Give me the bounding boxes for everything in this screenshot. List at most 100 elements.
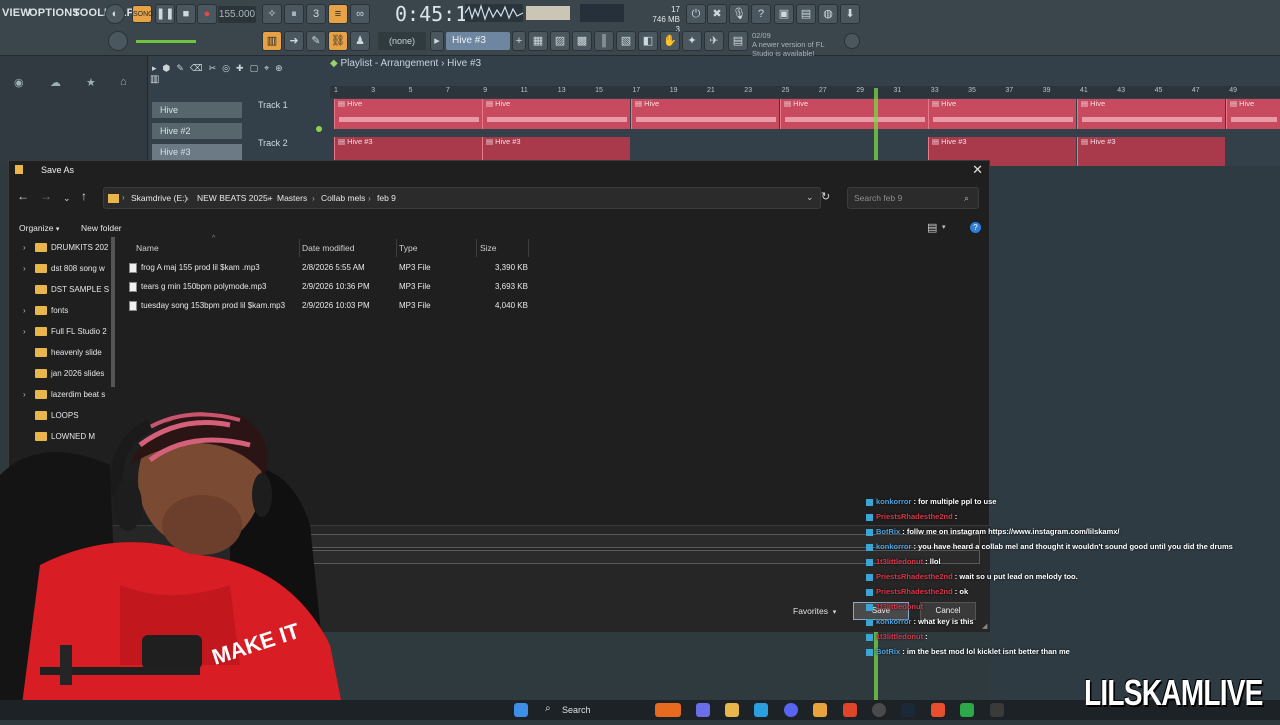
search-icon[interactable]: ⌕: [964, 193, 969, 204]
resize-grip-icon[interactable]: ◢: [982, 622, 987, 630]
countdown-icon[interactable]: 3: [306, 4, 326, 24]
song-mode-button[interactable]: SONG: [132, 5, 154, 23]
forward-arrow-icon[interactable]: →: [40, 189, 52, 203]
pin-icon[interactable]: ✦: [682, 31, 702, 51]
loop-record-icon[interactable]: ∞: [350, 4, 370, 24]
sidebar-folder[interactable]: heavenly slide: [23, 344, 115, 362]
recent-chevron-icon[interactable]: ⌄: [63, 193, 71, 204]
dropdown-icon[interactable]: ▾: [942, 223, 946, 231]
pattern-song-toggle[interactable]: ◐: [105, 4, 125, 24]
menu-view[interactable]: VIEW: [2, 7, 31, 19]
search-input[interactable]: Search feb 9: [847, 187, 979, 209]
address-bar[interactable]: › Skamdrive (E:) › NEW BEATS 2025+ › Mas…: [103, 187, 821, 209]
stop-icon[interactable]: ■: [176, 4, 196, 24]
help-icon[interactable]: ?: [970, 222, 981, 233]
snap-icon[interactable]: ▥: [262, 31, 282, 51]
new-folder-button[interactable]: New folder: [81, 223, 122, 233]
playlist-icon[interactable]: ▦: [528, 31, 548, 51]
address-dropdown-icon[interactable]: ⌄: [806, 192, 814, 203]
master-volume-slider[interactable]: [136, 40, 196, 43]
pattern-item-hive-3[interactable]: Hive #3: [152, 144, 242, 160]
pattern-item-hive-2[interactable]: Hive #2: [152, 123, 242, 139]
store-icon[interactable]: [754, 703, 768, 717]
sidebar-folder[interactable]: DST SAMPLE S: [23, 281, 115, 299]
sidebar-folder[interactable]: › lazerdim beat s: [23, 386, 115, 404]
pattern-list-icon[interactable]: ▥: [150, 74, 170, 88]
stamp-icon[interactable]: ♟: [350, 31, 370, 51]
pause-icon[interactable]: ❚❚: [155, 4, 175, 24]
link-icon[interactable]: ⛓: [328, 31, 348, 51]
track-mute-led[interactable]: [316, 126, 322, 132]
column-divider[interactable]: [396, 239, 397, 257]
sidebar-scrollbar[interactable]: [111, 237, 115, 387]
sidebar-folder[interactable]: › Full FL Studio 2: [23, 323, 115, 341]
playlist-clip[interactable]: ▤ Hive: [631, 99, 779, 129]
play-pattern-icon[interactable]: ▸: [430, 31, 444, 51]
file-row[interactable]: tears g min 150bpm polymode.mp3 2/9/2026 …: [125, 278, 535, 296]
steam-icon[interactable]: [901, 703, 915, 717]
arrow-icon[interactable]: ➜: [284, 31, 304, 51]
sidebar-folder[interactable]: › fonts: [23, 302, 115, 320]
save-icon[interactable]: ▣: [774, 4, 794, 24]
master-pitch-knob[interactable]: [108, 31, 128, 51]
windows-start-icon[interactable]: [514, 703, 528, 717]
app-icon[interactable]: [960, 703, 974, 717]
power-icon[interactable]: ⏻: [686, 4, 706, 24]
favorites-button[interactable]: Favorites ▾: [793, 606, 836, 616]
discord-icon[interactable]: [784, 703, 798, 717]
chat-icon[interactable]: ◍: [818, 4, 838, 24]
taskbar-search[interactable]: Search: [540, 702, 650, 718]
view-options-icon[interactable]: ▤: [927, 221, 937, 234]
channel-rack-icon[interactable]: ▩: [572, 31, 592, 51]
brave-icon[interactable]: [843, 703, 857, 717]
expand-chevron-icon[interactable]: ›: [23, 239, 26, 257]
star-icon[interactable]: ★: [86, 76, 96, 89]
4k-app-icon[interactable]: [990, 703, 1004, 717]
organize-button[interactable]: Organize ▾: [19, 223, 59, 233]
obs-icon[interactable]: [872, 703, 886, 717]
app-icon[interactable]: [931, 703, 945, 717]
browser-back-icon[interactable]: ◉: [14, 76, 24, 89]
file-row[interactable]: tuesday song 153bpm prod lil $kam.mp3 2/9…: [125, 297, 535, 315]
microphone-icon[interactable]: 🎙: [729, 4, 749, 24]
up-arrow-icon[interactable]: ↑: [81, 189, 87, 203]
track-1-label[interactable]: Track 1: [258, 100, 288, 110]
breadcrumb-drive[interactable]: Skamdrive (E:): [131, 193, 187, 203]
plugin-icon[interactable]: ◧: [638, 31, 658, 51]
pattern-selector[interactable]: (none): [378, 32, 426, 50]
expand-chevron-icon[interactable]: ›: [23, 260, 26, 278]
update-download-icon[interactable]: [844, 33, 860, 49]
fl-studio-icon[interactable]: [813, 703, 827, 717]
sidebar-folder[interactable]: › dst 808 song w: [23, 260, 115, 278]
record-icon[interactable]: ●: [197, 4, 217, 24]
copilot-icon[interactable]: [696, 703, 710, 717]
folder-icon[interactable]: ⌂: [120, 76, 127, 88]
current-pattern[interactable]: Hive #3: [446, 32, 510, 50]
playlist-clip[interactable]: ▤ Hive: [780, 99, 928, 129]
playlist-clip[interactable]: ▤ Hive: [928, 99, 1076, 129]
breadcrumb-collab-mels[interactable]: Collab mels: [321, 193, 365, 203]
mixer-icon[interactable]: ✖: [707, 4, 727, 24]
breadcrumb-feb-9[interactable]: feb 9: [377, 193, 396, 203]
metronome-icon[interactable]: ✧: [262, 4, 282, 24]
back-arrow-icon[interactable]: ←: [17, 189, 29, 203]
download-icon[interactable]: ⬇: [840, 4, 860, 24]
expand-chevron-icon[interactable]: ›: [23, 386, 26, 404]
playlist-tool-icons[interactable]: ▸⬢✎⌫✂◎✚▢⌖⊕: [152, 63, 289, 73]
help-icon[interactable]: ?: [751, 4, 771, 24]
timeline-ruler[interactable]: 1 3 5 7 9 11 13 15 17 19 21 23 25 27 29 31 33 35 37 39 41 43 4…: [330, 86, 1280, 98]
update-notice[interactable]: 02/09 A newer version of FL Studio is av…: [752, 31, 838, 58]
wait-input-icon[interactable]: ⏸: [284, 4, 304, 24]
browser-icon[interactable]: ▧: [616, 31, 636, 51]
add-pattern-icon[interactable]: +: [512, 31, 526, 51]
playlist-clip[interactable]: ▤ Hive: [1077, 99, 1225, 129]
pattern-item-hive[interactable]: Hive: [152, 102, 242, 118]
playlist-clip[interactable]: ▤ Hive: [482, 99, 630, 129]
file-explorer-icon[interactable]: [725, 703, 739, 717]
refresh-icon[interactable]: ↻: [821, 190, 830, 203]
tools-icon[interactable]: ✈: [704, 31, 724, 51]
column-divider[interactable]: [299, 239, 300, 257]
mixer-view-icon[interactable]: ║: [594, 31, 614, 51]
file-row[interactable]: frog A maj 155 prod lil $kam .mp3 2/8/202…: [125, 259, 535, 277]
breadcrumb-new-beats[interactable]: NEW BEATS 2025+: [197, 193, 273, 203]
